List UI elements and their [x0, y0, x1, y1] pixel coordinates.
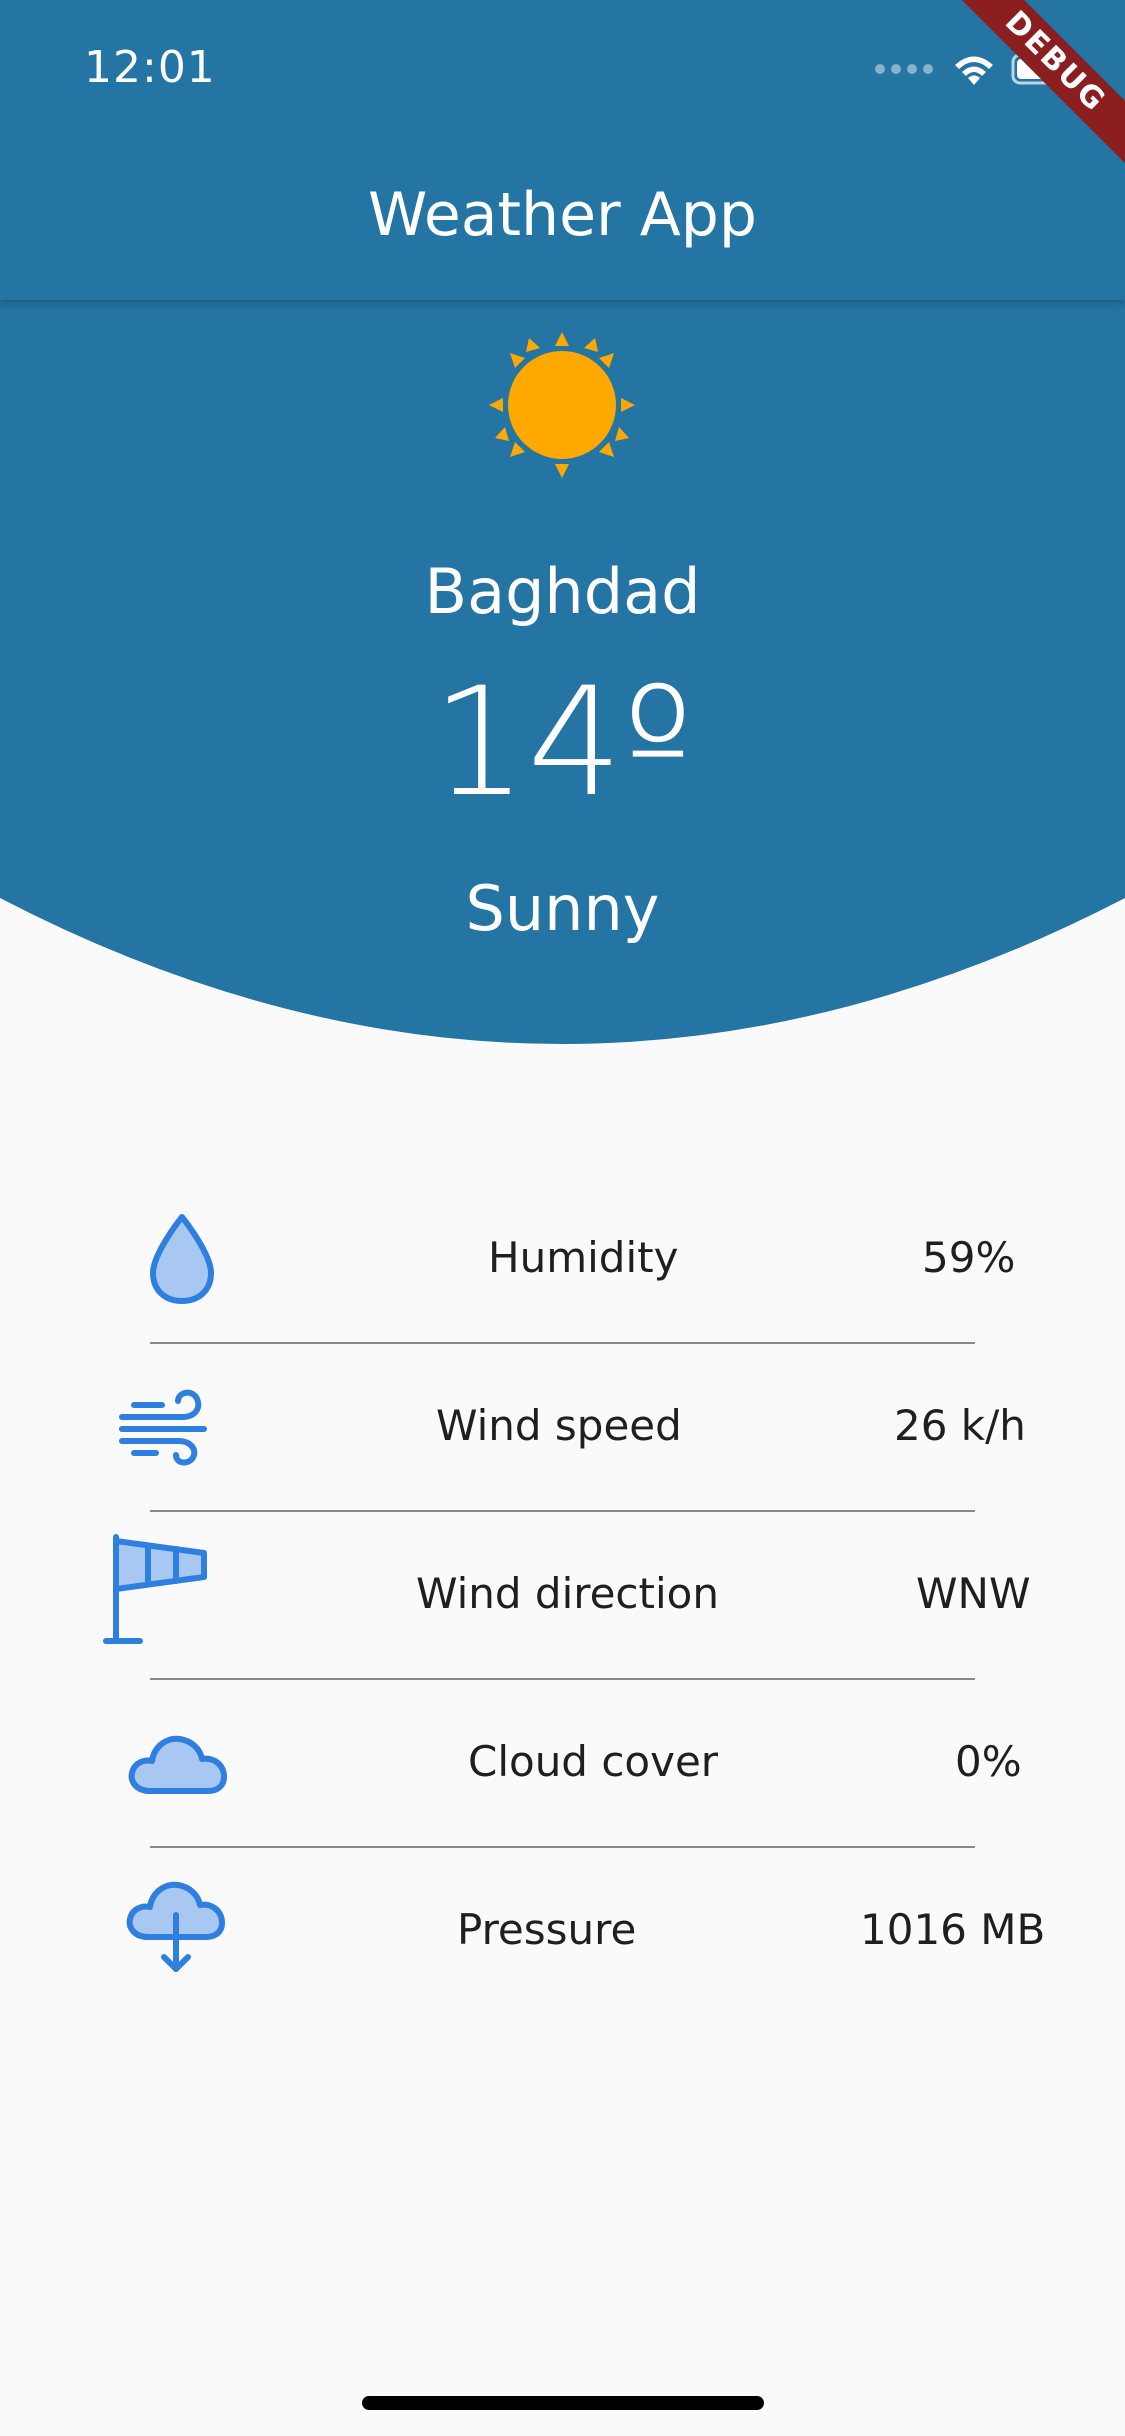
windsock-icon	[103, 1534, 207, 1644]
detail-row-humidity: Humidity 59%	[0, 1175, 1125, 1343]
wind-icon	[119, 1389, 207, 1466]
weather-details-list: Humidity 59% Wind speed 26 k/h Wind dire…	[0, 1175, 1125, 2015]
cellular-signal-icon	[875, 64, 933, 74]
weather-condition: Sunny	[465, 872, 660, 945]
detail-label: Wind direction	[416, 1569, 719, 1618]
detail-row-wind-speed: Wind speed 26 k/h	[0, 1343, 1125, 1511]
detail-value: 0%	[955, 1737, 1022, 1786]
detail-row-wind-direction: Wind direction WNW	[0, 1511, 1125, 1679]
detail-label: Humidity	[488, 1233, 679, 1282]
status-bar: 12:01	[0, 0, 1125, 130]
app-title: Weather App	[368, 180, 757, 250]
sun-icon	[489, 332, 635, 478]
detail-value: 1016 MB	[860, 1905, 1046, 1954]
city-name: Baghdad	[424, 555, 701, 628]
wifi-icon	[955, 56, 993, 85]
temperature: 14º	[431, 656, 694, 830]
status-time: 12:01	[84, 42, 216, 93]
detail-label: Wind speed	[436, 1401, 682, 1450]
detail-label: Cloud cover	[468, 1737, 719, 1786]
cloud-icon	[128, 1735, 227, 1794]
cloud-download-icon	[126, 1881, 225, 1972]
droplet-icon	[150, 1214, 214, 1304]
detail-row-pressure: Pressure 1016 MB	[0, 1847, 1125, 2015]
detail-row-cloud-cover: Cloud cover 0%	[0, 1679, 1125, 1847]
weather-screen: 12:01 Weather App DEBUG Baghdad 14º Sunn…	[0, 0, 1125, 2436]
detail-label: Pressure	[457, 1905, 637, 1954]
detail-value: 26 k/h	[894, 1401, 1026, 1450]
detail-value: 59%	[922, 1233, 1016, 1282]
detail-value: WNW	[916, 1569, 1031, 1618]
home-indicator[interactable]	[362, 2396, 764, 2410]
